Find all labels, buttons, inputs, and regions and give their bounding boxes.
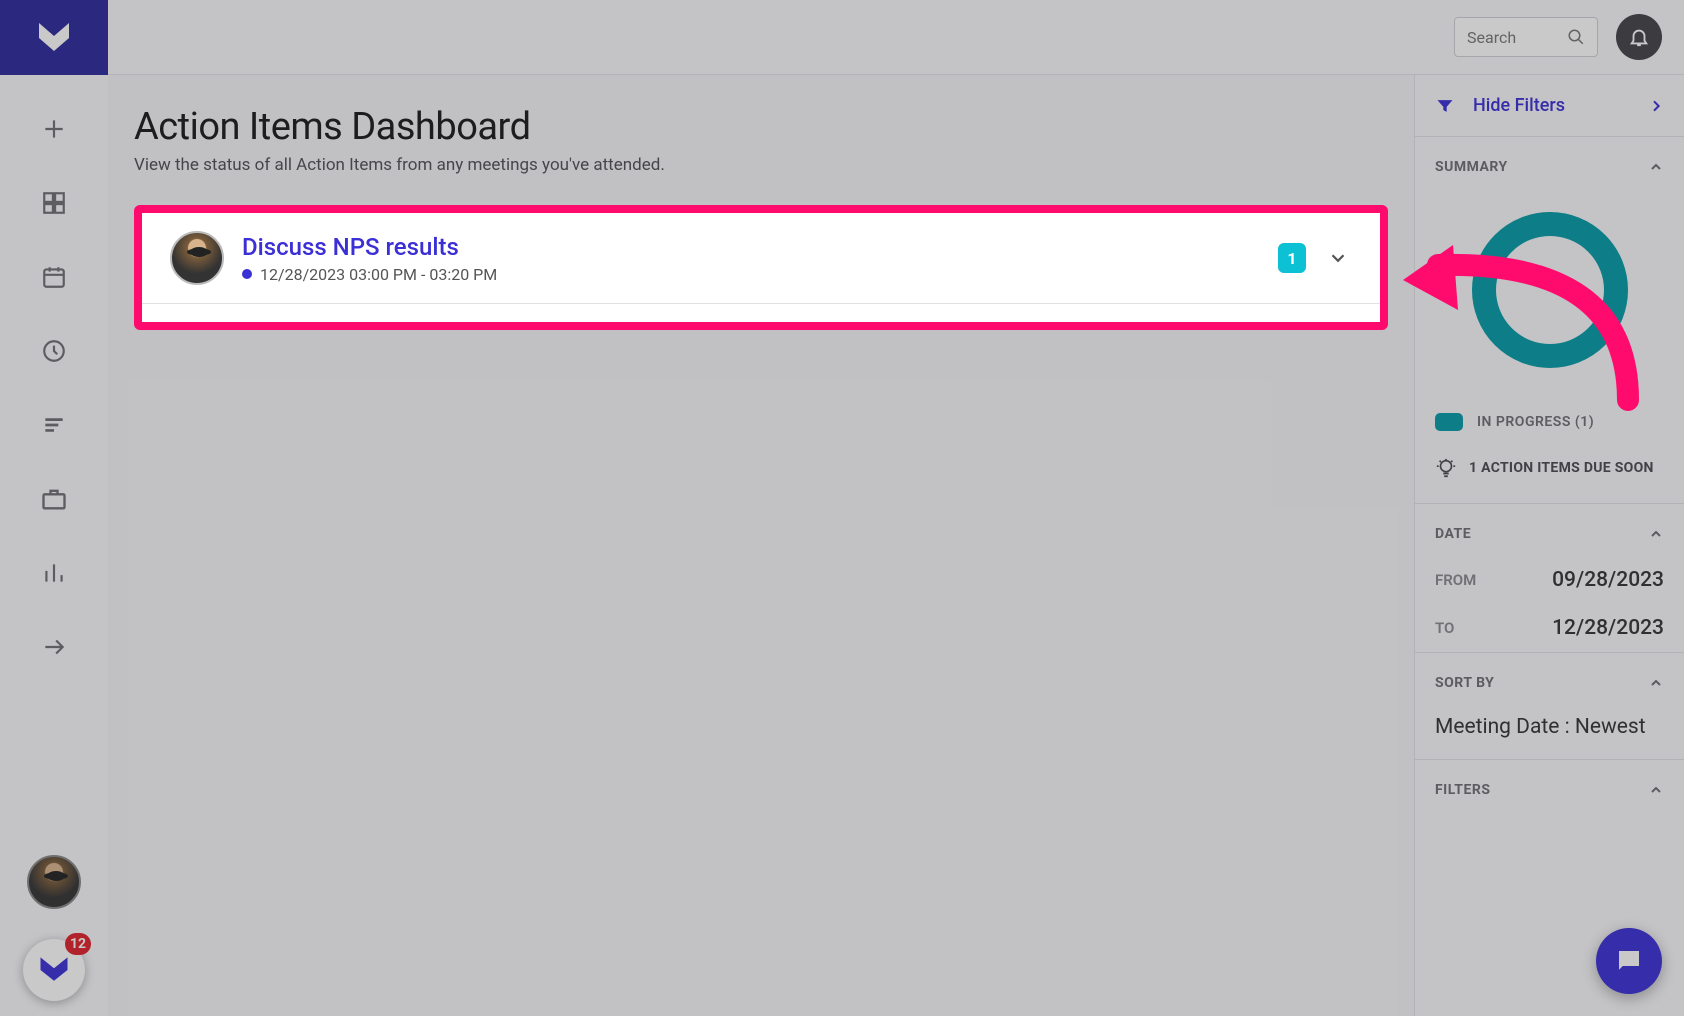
to-label: TO — [1435, 619, 1454, 637]
arrow-right-icon[interactable] — [40, 633, 68, 661]
summary-label: SUMMARY — [1435, 159, 1508, 175]
sortby-header[interactable]: SORT BY — [1415, 653, 1684, 705]
bar-chart-icon[interactable] — [40, 559, 68, 587]
logo-icon — [34, 18, 74, 58]
legend-label: IN PROGRESS (1) — [1477, 414, 1594, 430]
search-input[interactable]: Search — [1454, 17, 1598, 57]
hide-filters-label: Hide Filters — [1473, 95, 1565, 116]
filters-panel: Hide Filters SUMMARY IN PROGRESS (1) 1 A… — [1414, 75, 1684, 1016]
new-icon[interactable] — [40, 115, 68, 143]
chevron-up-icon — [1648, 675, 1664, 691]
floating-badge: 12 — [65, 933, 91, 955]
sidebar-bottom: 12 — [0, 855, 108, 1001]
list-icon[interactable] — [40, 411, 68, 439]
chevron-up-icon — [1648, 159, 1664, 175]
summary-donut — [1415, 189, 1684, 405]
from-value: 09/28/2023 — [1552, 568, 1664, 592]
hide-filters-button[interactable]: Hide Filters — [1415, 75, 1684, 137]
sidebar: 12 — [0, 0, 108, 1016]
chevron-down-icon — [1327, 247, 1349, 269]
sortby-label: SORT BY — [1435, 675, 1494, 691]
meeting-card-highlight: Discuss NPS results 12/28/2023 03:00 PM … — [134, 205, 1388, 330]
due-soon-text: 1 ACTION ITEMS DUE SOON — [1469, 460, 1654, 476]
chevron-right-icon — [1648, 98, 1664, 114]
donut-chart-icon — [1465, 205, 1635, 375]
nav-list — [40, 115, 68, 661]
filters-header[interactable]: FILTERS — [1415, 760, 1684, 812]
chevron-up-icon — [1648, 526, 1664, 542]
dashboard-icon[interactable] — [40, 189, 68, 217]
bell-icon — [1628, 26, 1650, 48]
notifications-button[interactable] — [1616, 14, 1662, 60]
due-soon-row: 1 ACTION ITEMS DUE SOON — [1415, 439, 1684, 504]
chat-button[interactable] — [1596, 928, 1662, 994]
legend-swatch-icon — [1435, 413, 1463, 431]
main-content: Action Items Dashboard View the status o… — [108, 75, 1414, 1016]
date-to-row[interactable]: TO 12/28/2023 — [1415, 604, 1684, 652]
status-dot-icon — [242, 269, 252, 279]
page-subtitle: View the status of all Action Items from… — [134, 155, 1388, 175]
summary-header[interactable]: SUMMARY — [1415, 137, 1684, 189]
to-value: 12/28/2023 — [1552, 616, 1664, 640]
filter-icon — [1435, 96, 1455, 116]
floating-logo-button[interactable]: 12 — [23, 939, 85, 1001]
chat-icon — [1614, 946, 1644, 976]
user-avatar[interactable] — [27, 855, 81, 909]
page-title: Action Items Dashboard — [134, 105, 1388, 149]
filters-label: FILTERS — [1435, 782, 1490, 798]
date-header[interactable]: DATE — [1415, 504, 1684, 556]
meeting-time: 12/28/2023 03:00 PM - 03:20 PM — [242, 265, 1278, 284]
calendar-icon[interactable] — [40, 263, 68, 291]
expand-button[interactable] — [1324, 244, 1352, 272]
lightbulb-icon — [1435, 457, 1457, 479]
meeting-avatar — [170, 231, 224, 285]
clock-icon[interactable] — [40, 337, 68, 365]
date-label: DATE — [1435, 526, 1471, 542]
search-placeholder: Search — [1467, 28, 1516, 47]
app-logo[interactable] — [0, 0, 108, 75]
briefcase-icon[interactable] — [40, 485, 68, 513]
meeting-info: Discuss NPS results 12/28/2023 03:00 PM … — [242, 233, 1278, 284]
meeting-title[interactable]: Discuss NPS results — [242, 233, 1278, 261]
meeting-time-text: 12/28/2023 03:00 PM - 03:20 PM — [260, 265, 497, 284]
date-from-row[interactable]: FROM 09/28/2023 — [1415, 556, 1684, 604]
sort-value[interactable]: Meeting Date : Newest — [1415, 705, 1684, 759]
chevron-up-icon — [1648, 782, 1664, 798]
legend-in-progress[interactable]: IN PROGRESS (1) — [1415, 405, 1684, 439]
logo-small-icon — [36, 952, 72, 988]
meeting-row[interactable]: Discuss NPS results 12/28/2023 03:00 PM … — [142, 231, 1380, 304]
count-badge: 1 — [1278, 243, 1306, 273]
topbar: Search — [108, 0, 1684, 75]
from-label: FROM — [1435, 571, 1476, 589]
search-icon — [1567, 28, 1585, 46]
